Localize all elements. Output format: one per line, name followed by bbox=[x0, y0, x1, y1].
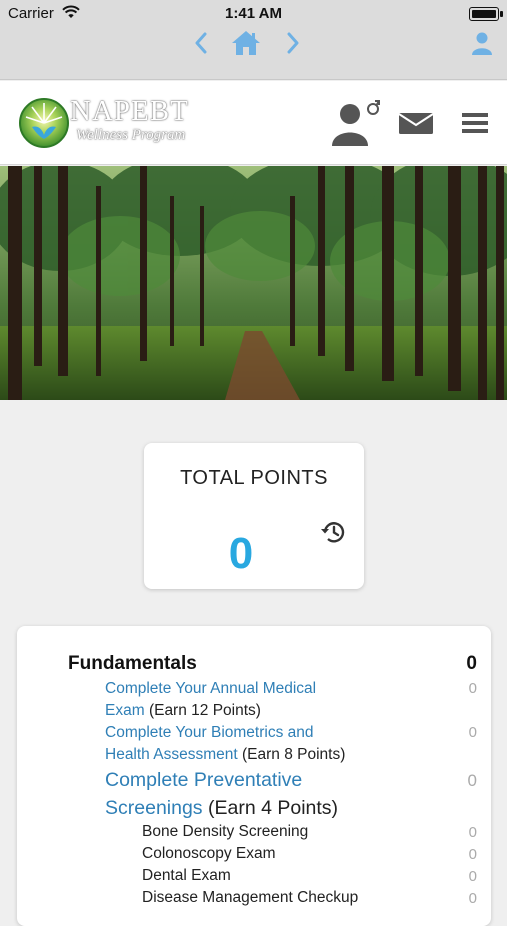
user-icon[interactable] bbox=[465, 28, 499, 58]
activity-link[interactable]: Complete Your Annual Medical bbox=[105, 680, 316, 697]
screening-item[interactable]: Bone Density Screening bbox=[142, 823, 308, 841]
mail-icon[interactable] bbox=[396, 81, 436, 165]
section-total: 0 bbox=[466, 653, 477, 674]
activity-points: 0 bbox=[467, 771, 477, 790]
home-icon[interactable] bbox=[229, 28, 263, 58]
chevron-left-icon[interactable] bbox=[184, 28, 218, 58]
section-title: Fundamentals bbox=[68, 653, 197, 674]
logo-subtext: Wellness Program bbox=[76, 127, 186, 143]
fundamentals-card: Fundamentals 0 Complete Your Annual Medi… bbox=[17, 626, 491, 926]
app-header: NAPEBT Wellness Program bbox=[0, 81, 507, 165]
screening-points: 0 bbox=[468, 890, 477, 907]
chevron-right-icon[interactable] bbox=[276, 28, 310, 58]
status-bar: Carrier 1:41 AM bbox=[0, 0, 507, 28]
screening-item[interactable]: Disease Management Checkup bbox=[142, 889, 358, 907]
activity-link[interactable]: Health Assessment bbox=[105, 746, 238, 763]
activity-preventative-screenings: Complete Preventative Screenings (Earn 4… bbox=[105, 766, 405, 822]
activity-points: 0 bbox=[468, 680, 477, 697]
napebt-logo[interactable]: NAPEBT Wellness Program bbox=[18, 93, 196, 151]
activity-link[interactable]: Screenings bbox=[105, 797, 203, 819]
activity-link[interactable]: Exam bbox=[105, 702, 145, 719]
hamburger-menu-icon[interactable] bbox=[458, 81, 492, 165]
activity-earn: (Earn 4 Points) bbox=[207, 797, 339, 819]
total-points-label: TOTAL POINTS bbox=[180, 467, 328, 489]
forest-hero-image bbox=[0, 166, 507, 400]
screening-item[interactable]: Colonoscopy Exam bbox=[142, 845, 276, 863]
activity-link[interactable]: Complete Preventative bbox=[105, 769, 302, 791]
status-time: 1:41 AM bbox=[225, 5, 282, 22]
activity-earn: (Earn 8 Points) bbox=[242, 746, 346, 763]
activity-earn: (Earn 12 Points) bbox=[148, 702, 261, 719]
screening-points: 0 bbox=[468, 846, 477, 863]
activity-biometrics: Complete Your Biometrics and Health Asse… bbox=[105, 722, 405, 766]
battery-icon bbox=[469, 7, 503, 21]
profile-gender-icon[interactable] bbox=[328, 81, 382, 165]
total-points-value: 0 bbox=[228, 529, 254, 578]
logo-emblem-icon bbox=[19, 98, 69, 148]
total-points-card: TOTAL POINTS 0 bbox=[144, 443, 364, 589]
activity-annual-medical-exam: Complete Your Annual Medical Exam (Earn … bbox=[105, 678, 405, 722]
screening-points: 0 bbox=[468, 868, 477, 885]
activity-link[interactable]: Complete Your Biometrics and bbox=[105, 724, 314, 741]
activity-points: 0 bbox=[468, 724, 477, 741]
screening-item[interactable]: Dental Exam bbox=[142, 867, 231, 885]
browser-nav-bar bbox=[0, 28, 507, 80]
screening-points: 0 bbox=[468, 824, 477, 841]
logo-brand-text: NAPEBT bbox=[70, 95, 189, 127]
history-icon[interactable] bbox=[320, 518, 348, 546]
